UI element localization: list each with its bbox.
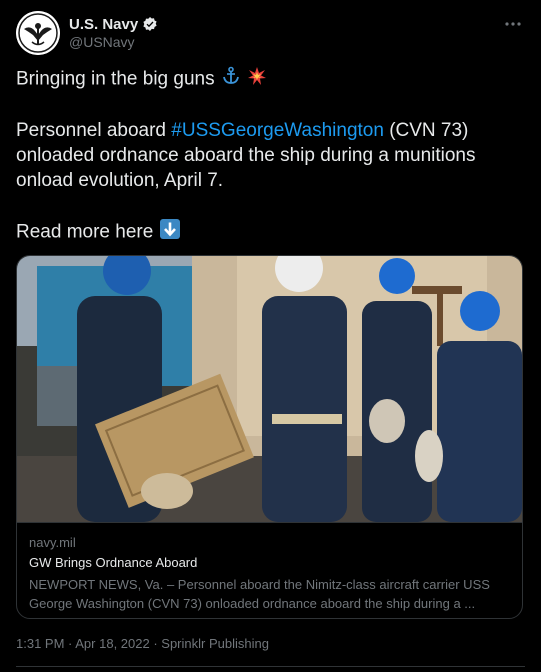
card-image[interactable] bbox=[17, 256, 522, 522]
verified-badge-icon bbox=[142, 16, 158, 32]
tweet-line-5: Read more here bbox=[16, 221, 154, 243]
collision-icon bbox=[247, 66, 267, 93]
tweet: U.S. Navy @USNavy Bringing in the big gu… bbox=[0, 0, 541, 672]
meta-separator: · bbox=[64, 636, 76, 651]
meta-separator: · bbox=[149, 636, 162, 651]
tweet-metadata: 1:31 PM · Apr 18, 2022 · Sprinklr Publis… bbox=[16, 636, 269, 651]
card-domain: navy.mil bbox=[29, 535, 76, 550]
tweet-text: Bringing in the big guns Personnel aboar… bbox=[16, 66, 526, 247]
avatar[interactable] bbox=[16, 11, 60, 55]
link-card[interactable]: navy.mil GW Brings Ordnance Aboard NEWPO… bbox=[16, 255, 523, 619]
tweet-date[interactable]: Apr 18, 2022 bbox=[75, 636, 149, 651]
tweet-line-3: onloaded ordnance aboard the ship during… bbox=[16, 145, 476, 166]
hashtag-link[interactable]: #USSGeorgeWashington bbox=[171, 120, 384, 141]
tweet-line-4: onload evolution, April 7. bbox=[16, 170, 224, 191]
navy-seal-icon bbox=[16, 11, 60, 55]
tweet-source[interactable]: Sprinklr Publishing bbox=[161, 636, 269, 651]
card-description: NEWPORT NEWS, Va. – Personnel aboard the… bbox=[29, 575, 509, 613]
tweet-line-1: Bringing in the big guns bbox=[16, 68, 215, 90]
handle[interactable]: @USNavy bbox=[69, 34, 135, 50]
tweet-line-2-post: (CVN 73) bbox=[383, 120, 469, 141]
display-name[interactable]: U.S. Navy bbox=[69, 16, 138, 33]
divider bbox=[16, 666, 525, 667]
tweet-line-2-pre: Personnel aboard bbox=[16, 120, 172, 141]
card-info[interactable]: navy.mil GW Brings Ordnance Aboard NEWPO… bbox=[17, 522, 522, 618]
card-title: GW Brings Ordnance Aboard bbox=[29, 555, 198, 570]
card-description-line-1: NEWPORT NEWS, Va. – Personnel aboard the… bbox=[29, 577, 490, 592]
anchor-icon bbox=[221, 66, 241, 93]
down-arrow-icon bbox=[159, 218, 181, 247]
card-description-line-2: George Washington (CVN 73) onloaded ordn… bbox=[29, 596, 476, 611]
tweet-time[interactable]: 1:31 PM bbox=[16, 636, 64, 651]
more-options-icon[interactable] bbox=[503, 14, 523, 34]
